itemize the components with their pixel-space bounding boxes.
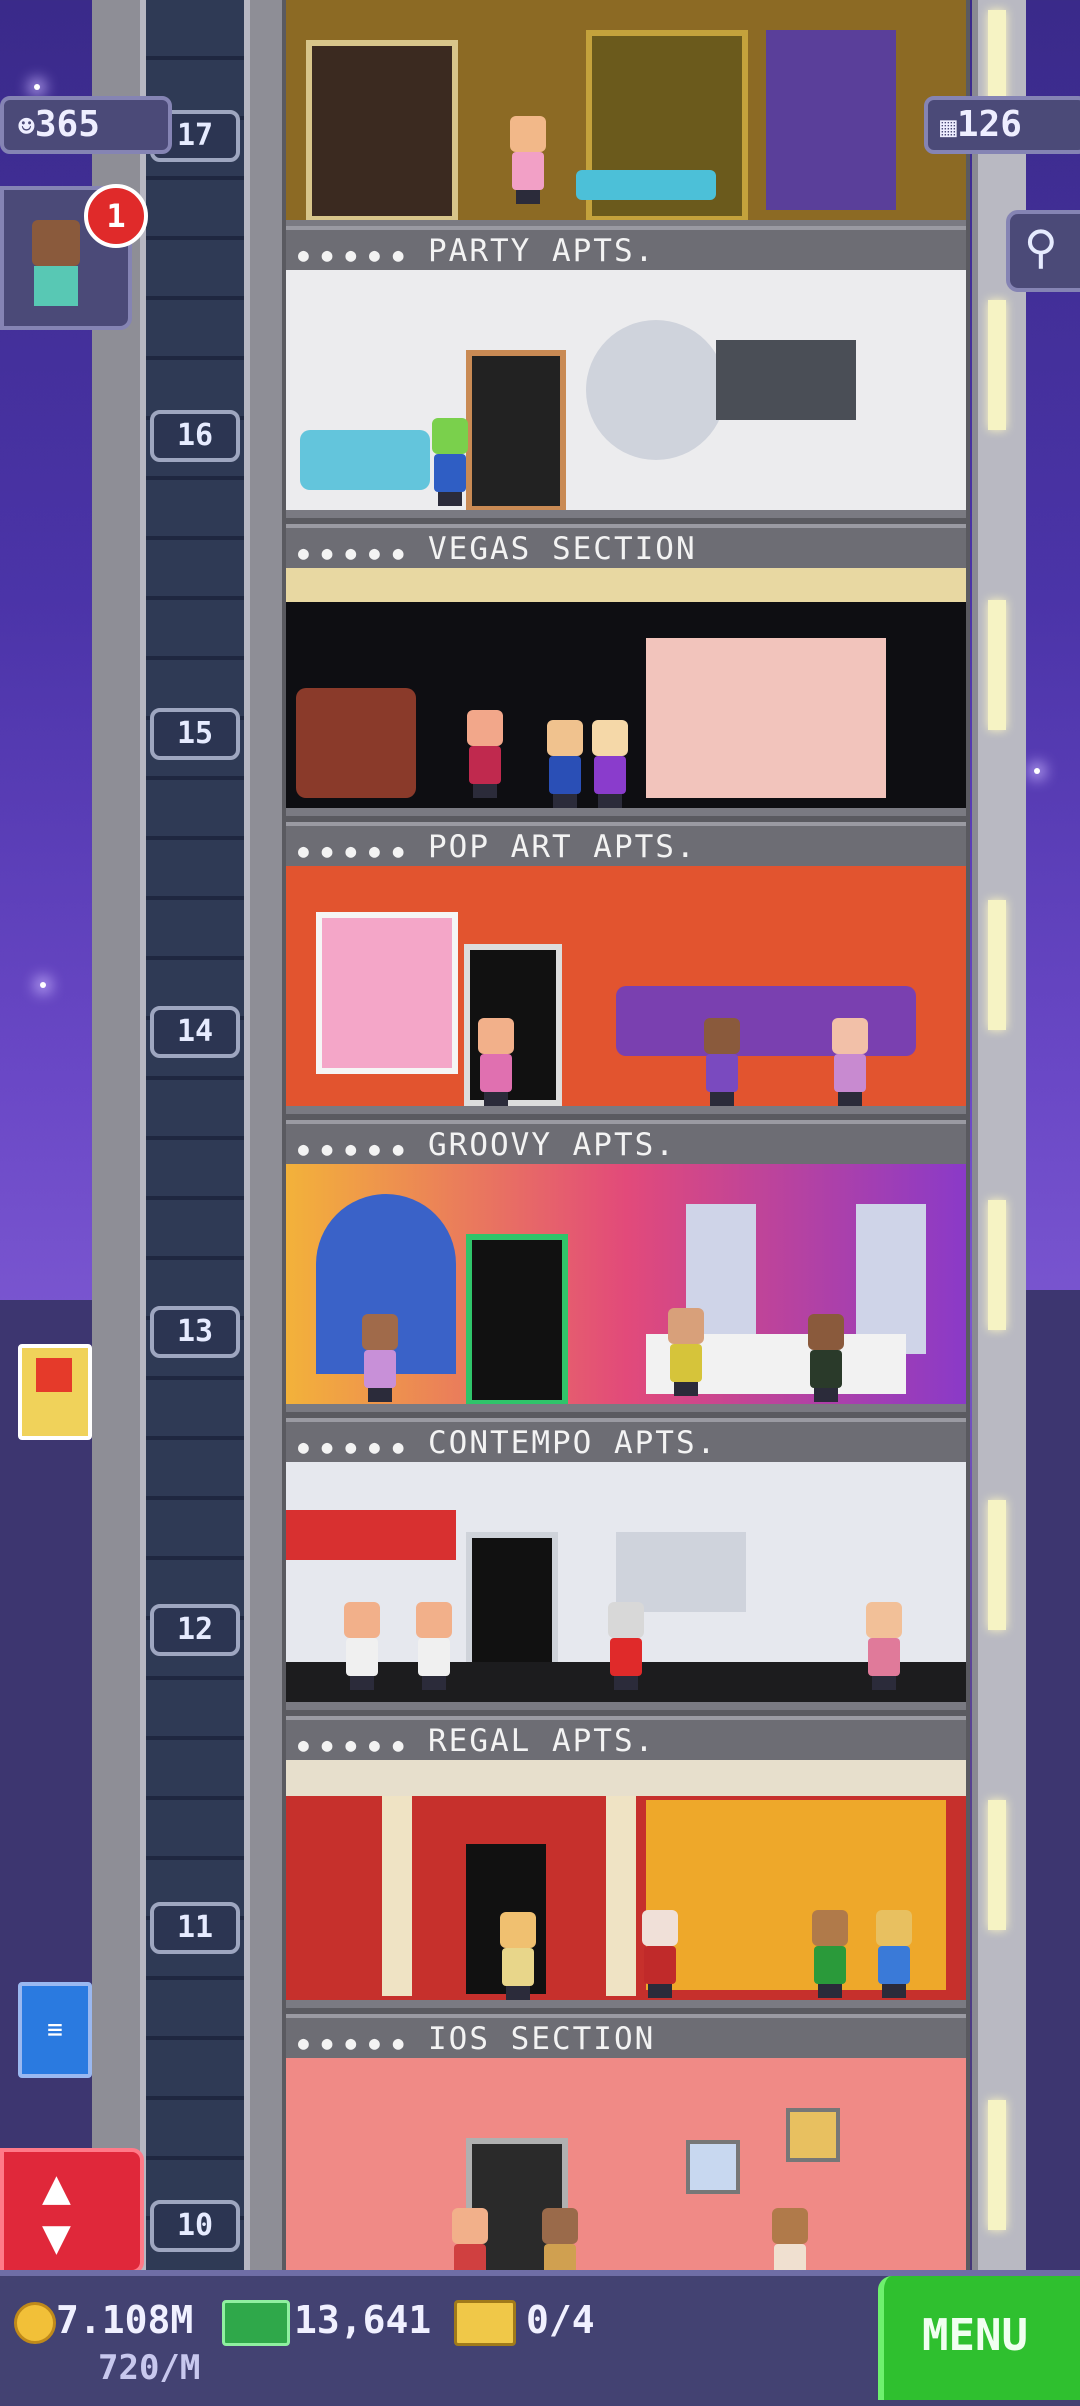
task-list-icon[interactable]: ≡ xyxy=(18,1982,92,2078)
rail-light xyxy=(988,1800,1006,1930)
population-value: 365 xyxy=(34,104,100,145)
tenant[interactable] xyxy=(870,1910,918,1998)
floor-banner-ios-section: ● ● ● ● ● IOS SECTION xyxy=(286,2014,966,2060)
tenant[interactable] xyxy=(541,720,589,808)
floor-banner-label: IOS SECTION xyxy=(428,2021,656,2057)
rail-light xyxy=(988,2100,1006,2230)
floor-13-room[interactable] xyxy=(286,1164,966,1412)
menu-button-label: MENU xyxy=(922,2310,1028,2361)
tenant[interactable] xyxy=(461,710,509,798)
tenant[interactable] xyxy=(766,2208,814,2270)
tenant[interactable] xyxy=(446,2208,494,2270)
tenant[interactable] xyxy=(536,2208,584,2270)
floor-number-11: 11 xyxy=(150,1902,240,1954)
floor-12-room[interactable] xyxy=(286,1462,966,1710)
tenant[interactable] xyxy=(602,1602,650,1690)
tenant[interactable] xyxy=(586,720,634,808)
floor-14-room[interactable] xyxy=(286,866,966,1114)
floor-banner-label: GROOVY APTS. xyxy=(428,1127,676,1163)
floor-number-16: 16 xyxy=(150,410,240,462)
tenant[interactable] xyxy=(494,1912,542,2000)
bottom-status-bar: 7.108M 720/M 13,641 0/4 MENU xyxy=(0,2270,1080,2406)
floor-banner-groovy-apts: ● ● ● ● ● GROOVY APTS. xyxy=(286,1120,966,1166)
tenant[interactable] xyxy=(826,1018,874,1106)
floor-number-14: 14 xyxy=(150,1006,240,1058)
floor-10-room[interactable] xyxy=(286,2058,966,2278)
floor-number-13: 13 xyxy=(150,1306,240,1358)
rail-light xyxy=(988,1200,1006,1330)
floor-banner-pop-art-apts: ● ● ● ● ● POP ART APTS. xyxy=(286,822,966,868)
floor-17-room[interactable] xyxy=(286,0,966,228)
floor-banner-label: PARTY APTS. xyxy=(428,233,656,269)
floor-15-room[interactable] xyxy=(286,568,966,816)
rail-light xyxy=(988,600,1006,730)
floor-banner-contempo-apts: ● ● ● ● ● CONTEMPO APTS. xyxy=(286,1418,966,1464)
sky-star xyxy=(1034,768,1040,774)
notification-badge: 1 xyxy=(84,184,148,248)
elevator-toggle-button[interactable]: ▲ ▼ xyxy=(0,2148,144,2274)
tenant[interactable] xyxy=(802,1314,850,1402)
tenant[interactable] xyxy=(338,1602,386,1690)
visitor-avatar xyxy=(24,220,88,310)
tenant[interactable] xyxy=(806,1910,854,1998)
tenant[interactable] xyxy=(636,1910,684,1998)
floor-number-15: 15 xyxy=(150,708,240,760)
floor-banner-label: POP ART APTS. xyxy=(428,829,697,865)
bux-icon xyxy=(222,2300,290,2346)
up-down-arrows-icon: ▲ ▼ xyxy=(42,2159,71,2265)
tenant[interactable] xyxy=(698,1018,746,1106)
search-button[interactable]: ⚲ xyxy=(1006,210,1080,292)
floor-banner-regal-apts: ● ● ● ● ● REGAL APTS. xyxy=(286,1716,966,1762)
floor-11-room[interactable] xyxy=(286,1760,966,2008)
tenant[interactable] xyxy=(860,1602,908,1690)
tenant[interactable] xyxy=(356,1314,404,1402)
sky-star xyxy=(40,982,46,988)
city-building-right xyxy=(1020,1290,1080,2270)
bux-value[interactable]: 13,641 xyxy=(294,2298,431,2342)
floor-16-room[interactable] xyxy=(286,270,966,518)
floor-banner-label: CONTEMPO APTS. xyxy=(428,1425,718,1461)
tenant[interactable] xyxy=(472,1018,520,1106)
visitor-notification-button[interactable]: 1 xyxy=(0,184,148,330)
menu-button[interactable]: MENU xyxy=(878,2276,1080,2400)
search-icon: ⚲ xyxy=(1024,220,1058,274)
floor-banner-label: REGAL APTS. xyxy=(428,1723,656,1759)
tenant[interactable] xyxy=(662,1308,710,1396)
person-icon: ☻ xyxy=(18,110,35,143)
coins-value: 7.108M xyxy=(56,2298,194,2342)
population-counter[interactable]: ☻365 xyxy=(0,96,172,154)
floors-counter[interactable]: ▦126 xyxy=(924,96,1080,154)
city-building-left xyxy=(0,1300,92,2270)
coin-rate-value: 720/M xyxy=(98,2348,201,2388)
floor-banner-vegas-section: ● ● ● ● ● VEGAS SECTION xyxy=(286,524,966,570)
food-shop-icon[interactable] xyxy=(18,1344,92,1440)
tenant[interactable] xyxy=(504,116,552,204)
ticket-icon xyxy=(454,2300,516,2346)
sky-star xyxy=(34,84,40,90)
floor-banner-party-apts: ● ● ● ● ● PARTY APTS. xyxy=(286,226,966,272)
tenant[interactable] xyxy=(410,1602,458,1690)
rail-light xyxy=(988,300,1006,430)
coin-icon xyxy=(14,2302,56,2344)
floor-banner-label: VEGAS SECTION xyxy=(428,531,697,567)
tickets-value[interactable]: 0/4 xyxy=(526,2298,595,2342)
floors-value: 126 xyxy=(956,104,1022,145)
rail-light xyxy=(988,900,1006,1030)
tenant[interactable] xyxy=(426,418,474,506)
floor-number-12: 12 xyxy=(150,1604,240,1656)
rail-light xyxy=(988,1500,1006,1630)
building-icon: ▦ xyxy=(940,110,957,143)
floor-number-10: 10 xyxy=(150,2200,240,2252)
